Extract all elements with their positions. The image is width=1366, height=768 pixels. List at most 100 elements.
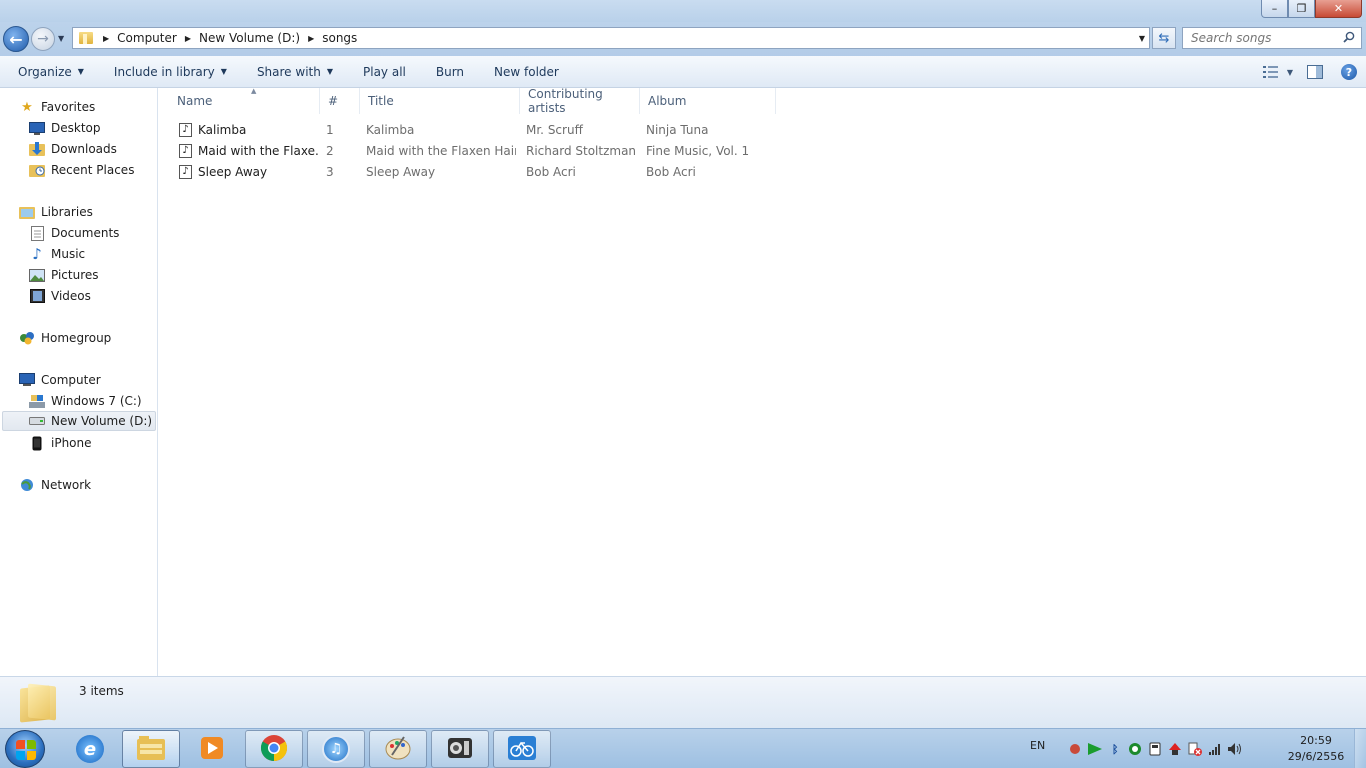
breadcrumb-new-volume[interactable]: New Volume (D:) [199,31,300,45]
nav-libraries[interactable]: Libraries [19,202,93,222]
pictures-icon [29,267,45,283]
nav-downloads-label: Downloads [51,142,117,156]
nav-drive-d[interactable]: New Volume (D:) [2,411,156,431]
taskbar-bike-app[interactable] [493,730,551,768]
bluetooth-icon[interactable]: ᛒ [1107,741,1123,757]
tray-green-app-icon[interactable] [1127,741,1143,757]
nav-favorites[interactable]: ★ Favorites [19,97,95,117]
nav-drive-c[interactable]: Windows 7 (C:) [29,391,142,411]
column-header-album[interactable]: Album [640,88,776,114]
action-center-icon[interactable] [1187,741,1203,757]
table-row[interactable]: ♪ Sleep Away 3 Sleep Away Bob Acri Bob A… [159,161,779,182]
chevron-right-icon[interactable]: ▶ [185,34,191,43]
nav-drive-d-label: New Volume (D:) [51,414,153,428]
nav-favorites-label: Favorites [41,100,96,114]
desktop-icon [29,120,45,136]
star-icon: ★ [21,99,33,115]
caret-down-icon[interactable]: ▼ [1287,68,1293,77]
close-button[interactable]: ✕ [1315,0,1362,18]
chrome-icon [260,734,288,765]
table-row[interactable]: ♪ Maid with the Flaxe... 2 Maid with the… [159,140,779,161]
nav-downloads[interactable]: Downloads [29,139,117,159]
nav-documents[interactable]: Documents [29,223,119,243]
taskbar-internet-explorer[interactable]: e [61,730,119,768]
column-header-number[interactable]: # [320,88,360,114]
nav-iphone-label: iPhone [51,436,92,450]
minimize-button[interactable]: – [1261,0,1288,18]
folder-icon [77,31,95,45]
taskbar-windows-explorer[interactable] [122,730,180,768]
file-name-cell[interactable]: ♪ Kalimba [179,119,319,140]
taskbar-media-player[interactable] [183,730,241,768]
start-button[interactable] [5,730,45,768]
column-header-name[interactable]: Name ▲ [169,87,320,114]
breadcrumb-songs[interactable]: songs [322,31,357,45]
volume-icon[interactable] [1227,741,1243,757]
paint-palette-icon [384,735,412,764]
track-number: 2 [326,143,334,158]
system-clock[interactable]: 20:59 29/6/2556 [1286,733,1346,765]
recent-places-icon [29,162,45,178]
new-folder-button[interactable]: New folder [479,56,574,88]
burn-button[interactable]: Burn [421,56,479,88]
column-header-contributing-artists[interactable]: Contributing artists [520,87,640,115]
table-row[interactable]: ♪ Kalimba 1 Kalimba Mr. Scruff Ninja Tun… [159,119,779,140]
share-with-button[interactable]: Share with ▼ [242,56,348,88]
preview-pane-button[interactable] [1298,60,1332,84]
column-header-title[interactable]: Title [360,88,520,114]
forward-button[interactable]: → [31,27,55,51]
taskbar-speaker-app[interactable] [431,730,489,768]
organize-button[interactable]: Organize ▼ [0,56,99,88]
breadcrumb: ▶ Computer ▶ New Volume (D:) ▶ songs [95,31,357,45]
taskbar-paint[interactable] [369,730,427,768]
track-title: Kalimba [366,122,415,137]
nav-homegroup[interactable]: Homegroup [19,328,111,348]
nav-network-label: Network [41,478,92,492]
address-history-dropdown[interactable]: ▼ [1139,34,1145,43]
nav-music-label: Music [51,247,86,261]
network-signal-icon[interactable] [1207,741,1223,757]
tray-upload-icon[interactable] [1167,741,1183,757]
nav-network[interactable]: Network [19,475,91,495]
clock-date: 29/6/2556 [1287,750,1345,763]
taskbar-itunes[interactable]: ♫ [307,730,365,768]
tray-flag-icon[interactable] [1087,741,1103,757]
search-input[interactable] [1183,28,1333,48]
nav-iphone[interactable]: iPhone [29,433,92,453]
breadcrumb-computer[interactable]: Computer [117,31,177,45]
nav-videos[interactable]: Videos [29,286,91,306]
music-file-icon: ♪ [179,143,192,158]
help-button[interactable]: ? [1332,60,1366,84]
track-number: 3 [326,164,334,179]
file-name-cell[interactable]: ♪ Sleep Away [179,161,319,182]
nav-pictures[interactable]: Pictures [29,265,99,285]
drive-c-icon [29,393,45,409]
safely-remove-hardware-icon[interactable] [1147,741,1163,757]
language-indicator[interactable]: EN [1030,739,1045,752]
address-bar[interactable]: ▶ Computer ▶ New Volume (D:) ▶ songs ▼ [72,27,1150,49]
back-button[interactable]: ← [3,26,29,52]
speaker-app-icon [446,735,474,764]
recent-pages-dropdown[interactable]: ▼ [58,34,68,44]
nav-computer[interactable]: Computer [19,370,101,390]
search-box[interactable] [1182,27,1362,49]
chevron-right-icon[interactable]: ▶ [103,34,109,43]
include-in-library-button[interactable]: Include in library ▼ [99,56,242,88]
tray-app-icon[interactable] [1067,741,1083,757]
item-count: 3 items [79,684,124,698]
refresh-button[interactable]: ⇆ [1152,27,1176,49]
include-in-library-label: Include in library [113,64,215,79]
change-view-button[interactable]: ▼ [1258,60,1298,84]
windows-explorer-icon [136,735,166,764]
chevron-right-icon[interactable]: ▶ [308,34,314,43]
nav-desktop[interactable]: Desktop [29,118,101,138]
show-desktop-button[interactable] [1354,729,1366,768]
arrow-left-icon: ← [9,29,23,49]
file-name-cell[interactable]: ♪ Maid with the Flaxe... [179,140,319,161]
nav-recent-places[interactable]: Recent Places [29,160,134,180]
maximize-button[interactable]: ❐ [1288,0,1315,18]
taskbar-chrome[interactable] [245,730,303,768]
nav-music[interactable]: ♪ Music [29,244,85,264]
play-all-button[interactable]: Play all [348,56,421,88]
search-icon[interactable] [1343,31,1355,43]
